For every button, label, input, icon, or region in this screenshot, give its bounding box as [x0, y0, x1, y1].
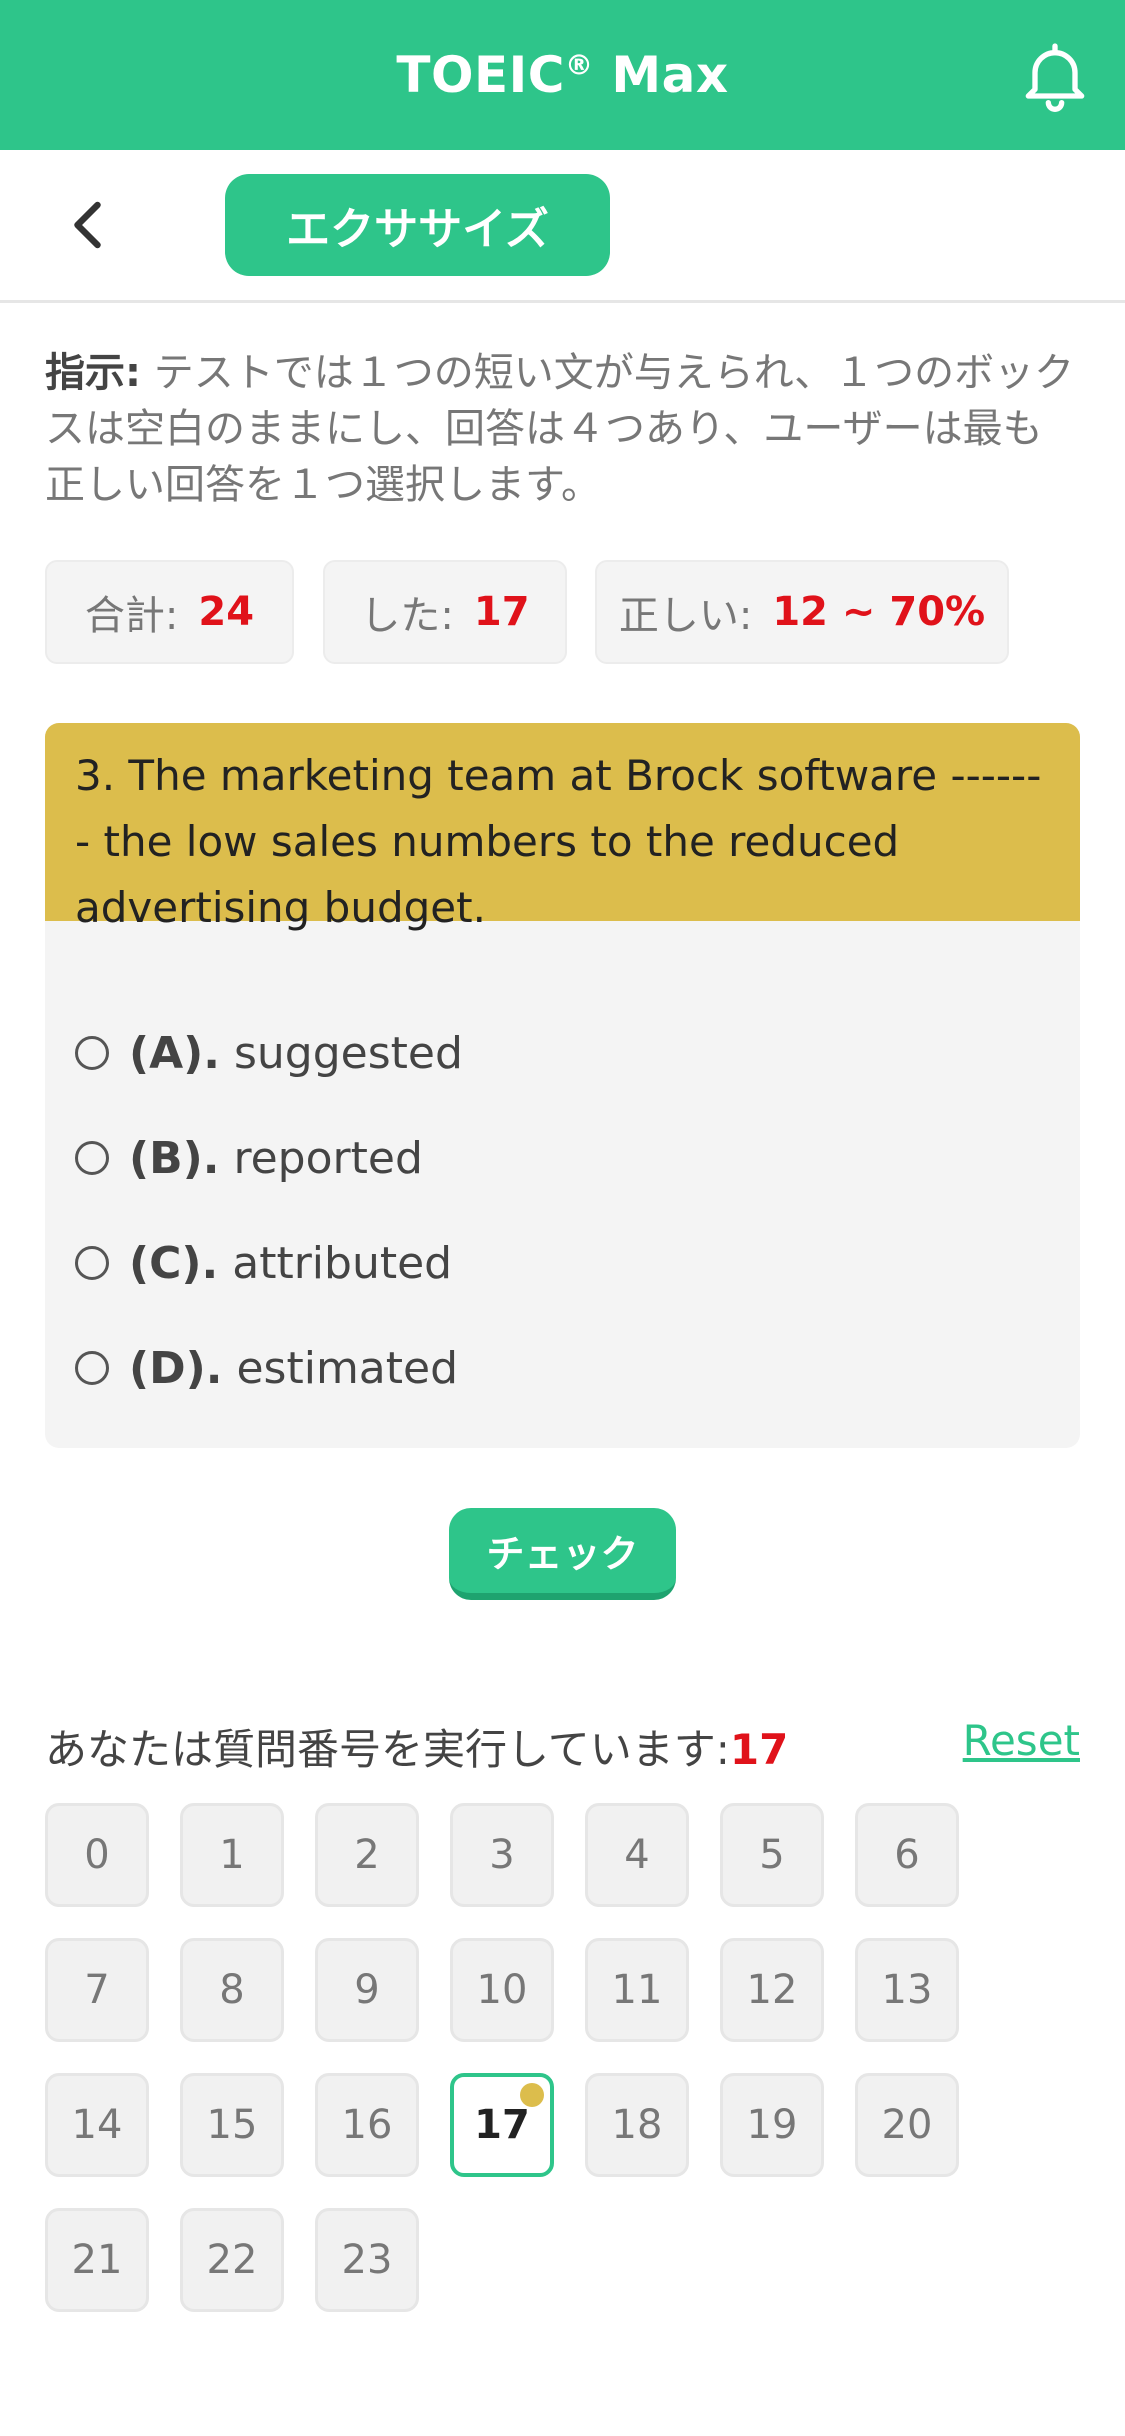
- question-number-label: 5: [759, 1832, 785, 1878]
- question-number-label: 2: [354, 1832, 380, 1878]
- radio-d[interactable]: [75, 1351, 109, 1385]
- question-number-5[interactable]: 5: [720, 1803, 824, 1907]
- question-number-23[interactable]: 23: [315, 2208, 419, 2312]
- option-a[interactable]: (A). suggested: [75, 1023, 463, 1083]
- question-number-3[interactable]: 3: [450, 1803, 554, 1907]
- question-number-label: 1: [219, 1832, 245, 1878]
- question-number-label: 16: [341, 2102, 393, 2148]
- question-number-label: 11: [611, 1967, 663, 2013]
- question-number-label: 20: [881, 2102, 933, 2148]
- question-number-label: 17: [474, 2102, 530, 2148]
- question-number-18[interactable]: 18: [585, 2073, 689, 2177]
- question-number-label: 19: [746, 2102, 798, 2148]
- radio-b[interactable]: [75, 1141, 109, 1175]
- question-number-14[interactable]: 14: [45, 2073, 149, 2177]
- question-number-10[interactable]: 10: [450, 1938, 554, 2042]
- question-card: 3. The marketing team at Brock software …: [45, 723, 1080, 1448]
- toolbar: エクササイズ: [0, 150, 1125, 303]
- check-button[interactable]: チェック: [449, 1508, 676, 1600]
- bell-icon[interactable]: [1015, 36, 1095, 116]
- question-number-label: 8: [219, 1967, 245, 2013]
- app-header: TOEIC® Max: [0, 0, 1125, 150]
- question-number-11[interactable]: 11: [585, 1938, 689, 2042]
- question-number-label: 0: [84, 1832, 110, 1878]
- question-number-label: 10: [476, 1967, 528, 2013]
- radio-c[interactable]: [75, 1246, 109, 1280]
- tab-exercise[interactable]: エクササイズ: [225, 174, 610, 276]
- question-number-label: 12: [746, 1967, 798, 2013]
- question-number-label: 7: [84, 1967, 110, 2013]
- question-number-label: 6: [894, 1832, 920, 1878]
- question-number-2[interactable]: 2: [315, 1803, 419, 1907]
- question-number-label: 22: [206, 2237, 258, 2283]
- question-number-6[interactable]: 6: [855, 1803, 959, 1907]
- question-text: 3. The marketing team at Brock software …: [45, 723, 1080, 932]
- radio-a[interactable]: [75, 1036, 109, 1070]
- question-number-21[interactable]: 21: [45, 2208, 149, 2312]
- question-number-17[interactable]: 17: [450, 2073, 554, 2177]
- question-number-13[interactable]: 13: [855, 1938, 959, 2042]
- question-number-label: 3: [489, 1832, 515, 1878]
- back-chevron-icon[interactable]: [60, 195, 120, 255]
- app-title: TOEIC® Max: [396, 46, 729, 104]
- question-number-4[interactable]: 4: [585, 1803, 689, 1907]
- question-number-16[interactable]: 16: [315, 2073, 419, 2177]
- stat-done: した: 17: [323, 560, 567, 664]
- question-number-label: 21: [71, 2237, 123, 2283]
- question-number-20[interactable]: 20: [855, 2073, 959, 2177]
- current-indicator-dot: [520, 2083, 544, 2107]
- question-number-19[interactable]: 19: [720, 2073, 824, 2177]
- question-number-0[interactable]: 0: [45, 1803, 149, 1907]
- stat-correct: 正しい: 12 ~ 70%: [595, 560, 1009, 664]
- question-number-label: 15: [206, 2102, 258, 2148]
- question-number-15[interactable]: 15: [180, 2073, 284, 2177]
- question-number-label: 13: [881, 1967, 933, 2013]
- option-c[interactable]: (C). attributed: [75, 1233, 452, 1293]
- question-number-9[interactable]: 9: [315, 1938, 419, 2042]
- question-number-12[interactable]: 12: [720, 1938, 824, 2042]
- question-number-7[interactable]: 7: [45, 1938, 149, 2042]
- stat-total: 合計: 24: [45, 560, 294, 664]
- instructions: 指示: テストでは１つの短い文が与えられ、１つのボックスは空白のままにし、回答は…: [45, 350, 1075, 508]
- question-number-label: 9: [354, 1967, 380, 2013]
- question-number-22[interactable]: 22: [180, 2208, 284, 2312]
- question-number-8[interactable]: 8: [180, 1938, 284, 2042]
- option-d[interactable]: (D). estimated: [75, 1338, 458, 1398]
- reset-link[interactable]: Reset: [963, 1716, 1080, 1765]
- question-number-label: 14: [71, 2102, 123, 2148]
- question-number-1[interactable]: 1: [180, 1803, 284, 1907]
- question-number-label: 23: [341, 2237, 393, 2283]
- option-b[interactable]: (B). reported: [75, 1128, 423, 1188]
- question-number-label: 18: [611, 2102, 663, 2148]
- question-number-label: 4: [624, 1832, 650, 1878]
- progress-text: あなたは質問番号を実行しています:17: [45, 1725, 789, 1774]
